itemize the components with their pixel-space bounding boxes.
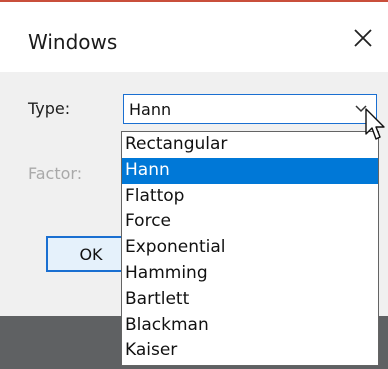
factor-label: Factor: xyxy=(28,164,83,183)
dropdown-option-kaiser[interactable]: Kaiser xyxy=(122,338,378,364)
title-bar: Windows xyxy=(0,2,388,72)
type-dropdown-list[interactable]: Rectangular Hann Flattop Force Exponential Ha… xyxy=(121,131,379,366)
type-select[interactable]: Hann xyxy=(123,94,377,124)
dropdown-option-force[interactable]: Force xyxy=(122,209,378,235)
type-label: Type: xyxy=(28,99,71,118)
dropdown-option-flattop[interactable]: Flattop xyxy=(122,184,378,210)
dropdown-option-rectangular[interactable]: Rectangular xyxy=(122,132,378,158)
mouse-cursor-icon xyxy=(365,108,385,140)
dialog-title: Windows xyxy=(28,30,118,54)
close-icon xyxy=(354,29,372,47)
close-button[interactable] xyxy=(346,18,380,58)
dropdown-option-hamming[interactable]: Hamming xyxy=(122,261,378,287)
dropdown-option-hann[interactable]: Hann xyxy=(122,157,378,184)
dropdown-option-bartlett[interactable]: Bartlett xyxy=(122,287,378,313)
dropdown-option-exponential[interactable]: Exponential xyxy=(122,235,378,261)
dropdown-option-blackman[interactable]: Blackman xyxy=(122,313,378,339)
type-select-value: Hann xyxy=(129,100,172,119)
